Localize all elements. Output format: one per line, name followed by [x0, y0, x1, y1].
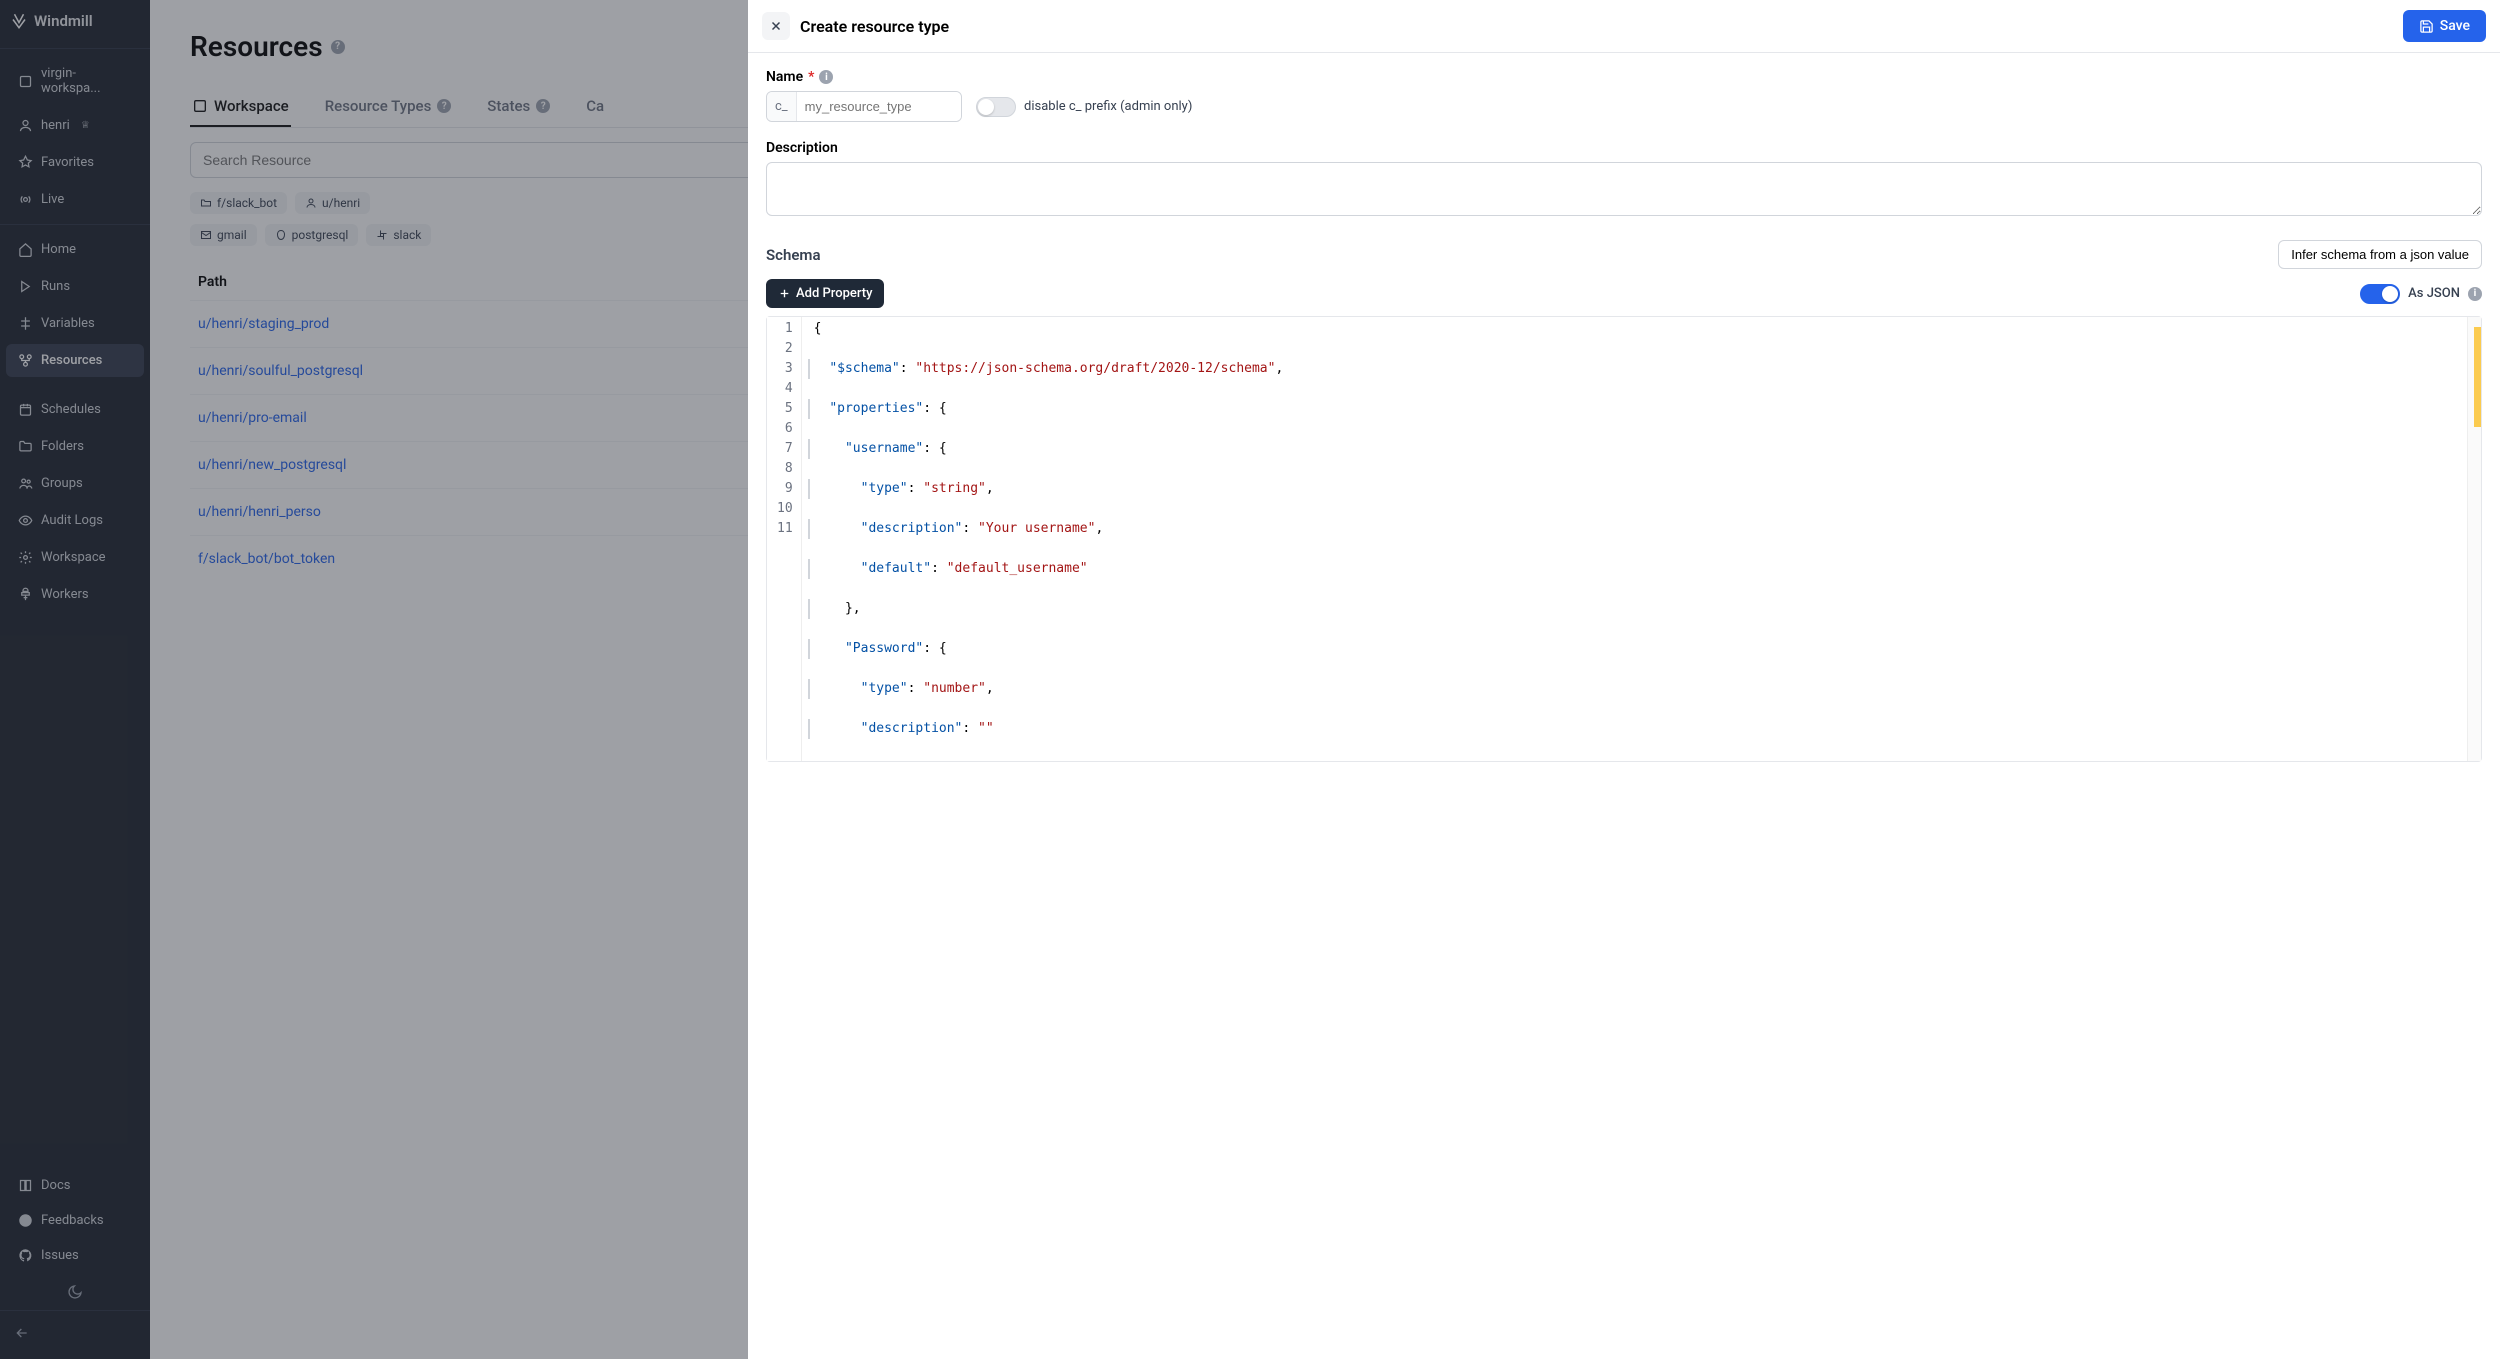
save-icon: [2419, 19, 2434, 34]
disable-prefix-toggle[interactable]: [976, 97, 1016, 117]
schema-label: Schema: [766, 246, 821, 264]
create-resource-type-drawer: Create resource type Save Name * i c_ di…: [748, 0, 2500, 1359]
close-icon: [769, 19, 783, 33]
description-input[interactable]: [766, 162, 2482, 216]
editor-gutter: 1234567891011: [767, 317, 802, 761]
name-label: Name * i: [766, 69, 2482, 85]
infer-schema-button[interactable]: Infer schema from a json value: [2278, 240, 2482, 269]
name-input[interactable]: [797, 92, 962, 121]
description-label: Description: [766, 140, 2482, 156]
save-label: Save: [2440, 18, 2470, 34]
editor-minimap[interactable]: [2467, 317, 2481, 761]
add-property-label: Add Property: [796, 286, 872, 301]
as-json-toggle[interactable]: [2360, 284, 2400, 304]
info-icon[interactable]: i: [819, 70, 833, 84]
schema-editor[interactable]: 1234567891011 { "$schema": "https://json…: [766, 316, 2482, 762]
info-icon[interactable]: i: [2468, 287, 2482, 301]
plus-icon: [778, 287, 791, 300]
editor-code[interactable]: { "$schema": "https://json-schema.org/dr…: [802, 317, 2467, 761]
disable-prefix-label: disable c_ prefix (admin only): [1024, 99, 1192, 114]
add-property-button[interactable]: Add Property: [766, 279, 884, 308]
save-button[interactable]: Save: [2403, 10, 2486, 42]
close-button[interactable]: [762, 12, 790, 40]
drawer-title: Create resource type: [800, 17, 949, 36]
name-prefix: c_: [767, 92, 797, 121]
as-json-label: As JSON: [2408, 286, 2460, 301]
